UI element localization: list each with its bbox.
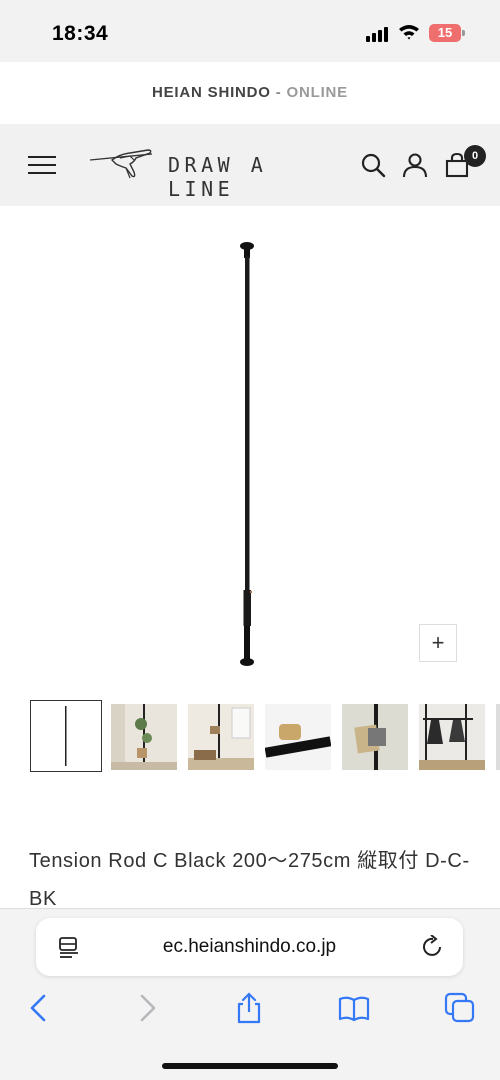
- status-bar: 18:34 15: [0, 0, 500, 62]
- product-main-image[interactable]: [0, 206, 500, 686]
- address-bar[interactable]: ec.heianshindo.co.jp: [36, 918, 463, 976]
- thumb-rod-product[interactable]: [30, 700, 102, 772]
- status-time: 18:34: [52, 22, 109, 45]
- bookmarks-icon[interactable]: [338, 992, 370, 1024]
- thumb-rod-room-corner[interactable]: [188, 704, 254, 770]
- battery-indicator: 15: [429, 24, 465, 42]
- thumb-rod-detail[interactable]: [265, 704, 331, 770]
- hand-drawing-line-icon: [90, 149, 153, 179]
- logo-text: DRAW A LINE: [168, 153, 268, 201]
- home-indicator[interactable]: [162, 1063, 338, 1069]
- announcement-brand: HEIAN SHINDO: [152, 84, 271, 101]
- search-icon[interactable]: [360, 152, 386, 178]
- announcement-bar: HEIAN SHINDO - ONLINE: [0, 62, 500, 124]
- cart-count-badge: 0: [464, 145, 486, 167]
- tension-rod-image: [240, 242, 254, 666]
- tabs-icon[interactable]: [444, 992, 476, 1024]
- site-logo[interactable]: DRAW A LINE: [90, 146, 300, 201]
- battery-level: 15: [437, 25, 453, 40]
- back-icon[interactable]: [24, 992, 56, 1024]
- thumb-rod-with-clothes[interactable]: [419, 704, 485, 770]
- url-text: ec.heianshindo.co.jp: [162, 936, 337, 957]
- thumb-rod-with-photo[interactable]: [342, 704, 408, 770]
- wifi-icon: [399, 25, 419, 40]
- user-icon[interactable]: [402, 152, 428, 178]
- thumb-more[interactable]: [496, 704, 500, 770]
- cellular-signal-icon: [366, 26, 390, 42]
- thumbnail-strip: [30, 700, 500, 774]
- thumb-rod-with-plants[interactable]: [111, 704, 177, 770]
- site-header: DRAW A LINE: [0, 124, 500, 206]
- zoom-button[interactable]: +: [419, 624, 457, 662]
- forward-icon[interactable]: [130, 992, 162, 1024]
- reload-icon[interactable]: [422, 935, 444, 959]
- announcement-separator: -: [270, 84, 287, 101]
- product-title: Tension Rod C Black 200〜275cm 縦取付 D-C-BK: [29, 850, 470, 910]
- hamburger-menu-icon[interactable]: [28, 155, 56, 175]
- announcement-suffix: ONLINE: [286, 84, 348, 101]
- share-icon[interactable]: [233, 992, 265, 1024]
